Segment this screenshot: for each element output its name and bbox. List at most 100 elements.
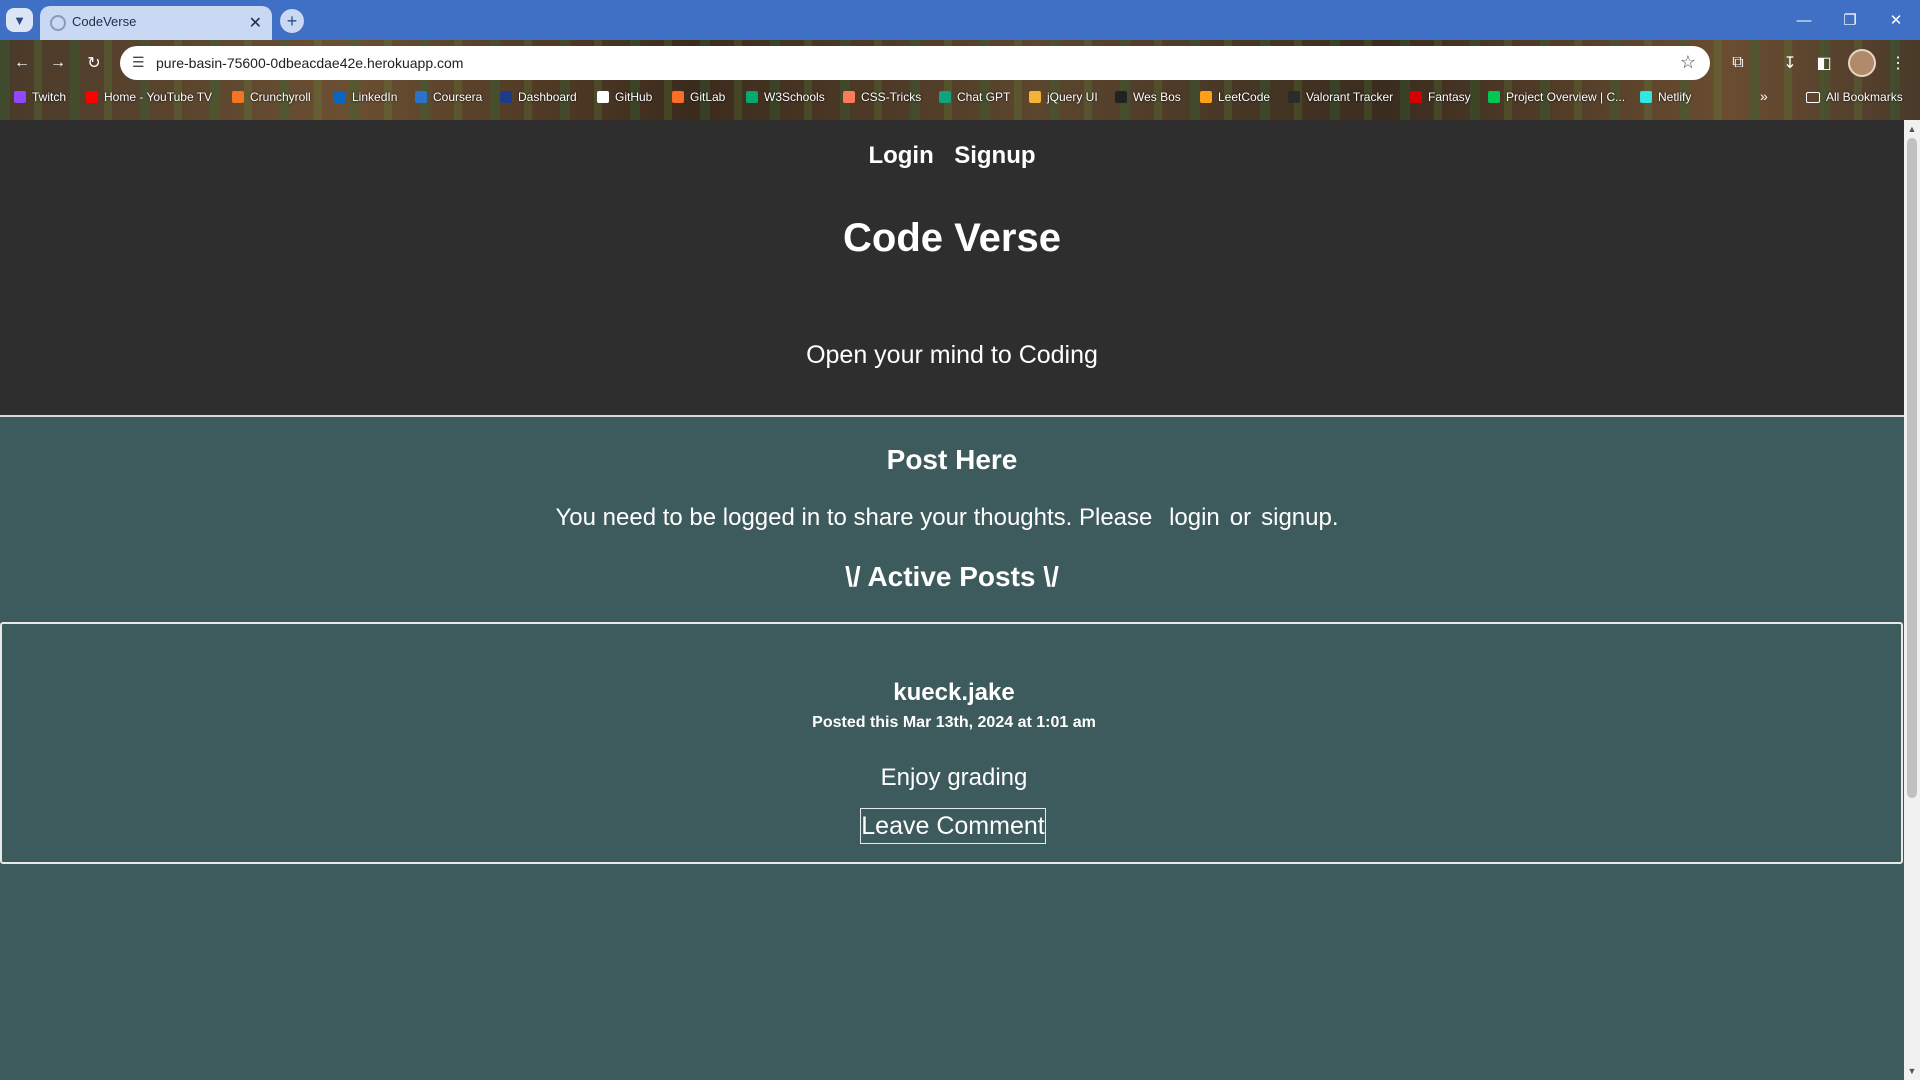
browser-tab-strip: ▼ CodeVerse ✕ + — ❐ ✕ [0,0,1920,40]
signup-link[interactable]: Signup [954,142,1035,169]
netlify-icon [1640,91,1652,103]
site-title: Code Verse [843,216,1061,260]
plus-icon: + [286,10,298,31]
bookmark-coursera[interactable]: Coursera [415,90,482,104]
bookmark-github[interactable]: GitHub [597,90,652,104]
bookmark-valorant-tracker[interactable]: Valorant Tracker [1288,90,1393,104]
bookmark-netlify[interactable]: Netlify [1640,90,1691,104]
new-tab-button[interactable]: + [280,9,304,33]
close-window-button[interactable]: ✕ [1876,8,1916,32]
side-panel-icon: ◧ [1816,55,1832,72]
close-icon[interactable]: ✕ [249,13,262,33]
close-icon: ✕ [1889,12,1903,29]
profile-avatar[interactable] [1848,49,1876,77]
post-form-heading: Post Here [886,444,1018,475]
jquery-icon [1029,91,1041,103]
bookmark-label: Coursera [433,90,483,104]
fantasy-icon [1410,91,1422,103]
leetcode-icon [1200,91,1212,103]
chatgpt-icon [939,91,951,103]
message-login-link[interactable]: login [1169,504,1220,531]
address-bar[interactable]: ☰ pure-basin-75600-0dbeacdae42e.herokuap… [120,46,1710,80]
bookmark-dashboard[interactable]: Dashboard [500,90,577,104]
arrow-left-icon: ← [14,54,30,71]
bookmark-label: Crunchyroll [250,90,311,104]
post-body: Enjoy grading [880,764,1028,791]
puzzle-icon: ⧉ [1732,54,1744,71]
post-card: kueck.jake Posted this Mar 13th, 2024 at… [0,622,1903,864]
bookmarks-overflow-button[interactable]: » [1760,88,1768,104]
site-header: Login Signup Code Verse Open your mind t… [0,120,1904,417]
all-bookmarks-button[interactable]: All Bookmarks [1806,90,1903,104]
tab-title: CodeVerse [72,14,137,29]
back-button[interactable]: ← [10,51,34,75]
bookmark-home-youtube-tv[interactable]: Home - YouTube TV [86,90,212,104]
forward-button[interactable]: → [46,51,70,75]
header-nav: Login Signup [0,142,1904,170]
bookmark-label: jQuery UI [1047,90,1098,104]
scrollbar-thumb[interactable] [1907,138,1917,798]
bookmark-linkedin[interactable]: LinkedIn [334,90,397,104]
tracker-icon [1288,91,1300,103]
restore-button[interactable]: ❐ [1830,8,1870,32]
bookmark-label: W3Schools [764,90,825,104]
globe-icon [50,15,66,31]
bookmark-label: Home - YouTube TV [104,90,213,104]
page-content: Login Signup Code Verse Open your mind t… [0,120,1904,1080]
bookmark-project-overview-c[interactable]: Project Overview | C... [1488,90,1625,104]
linkedin-icon [334,91,346,103]
active-posts-heading: \/ Active Posts \/ [845,561,1059,592]
extensions-button[interactable]: ⧉ [1726,51,1750,75]
bookmark-label: GitLab [690,90,726,104]
bookmark-label: Wes Bos [1133,90,1181,104]
url-text[interactable]: pure-basin-75600-0dbeacdae42e.herokuapp.… [156,55,463,71]
bookmark-css-tricks[interactable]: CSS-Tricks [843,90,921,104]
bookmark-twitch[interactable]: Twitch [14,90,66,104]
bookmark-jquery-ui[interactable]: jQuery UI [1029,90,1098,104]
project-icon [1488,91,1500,103]
bookmark-label: LinkedIn [352,90,398,104]
bookmark-w3schools[interactable]: W3Schools [746,90,825,104]
bookmark-crunchyroll[interactable]: Crunchyroll [232,90,311,104]
browser-tab-active[interactable]: CodeVerse ✕ [40,6,272,40]
side-panel-button[interactable]: ◧ [1812,51,1836,75]
all-bookmarks-label: All Bookmarks [1826,90,1903,104]
or-text: or [1229,504,1252,531]
login-link[interactable]: Login [868,142,933,169]
post-username[interactable]: kueck.jake [2,679,1906,707]
scroll-down-icon[interactable]: ▼ [1904,1064,1920,1078]
bookmark-wes-bos[interactable]: Wes Bos [1115,90,1181,104]
reload-button[interactable]: ↻ [82,51,106,75]
folder-icon [1806,91,1820,103]
youtube-icon [86,91,98,103]
bookmark-fantasy[interactable]: Fantasy [1410,90,1471,104]
bookmark-label: Twitch [32,90,67,104]
download-icon: ↧ [1783,55,1797,72]
star-icon[interactable]: ☆ [1680,52,1696,73]
message-signup-link[interactable]: signup. [1261,504,1338,531]
w3schools-icon [746,91,758,103]
restore-icon: ❐ [1843,12,1857,29]
downloads-button[interactable]: ↧ [1778,51,1802,75]
dashboard-icon [500,91,512,103]
bookmark-chat-gpt[interactable]: Chat GPT [939,90,1010,104]
bookmark-label: GitHub [615,90,653,104]
bookmark-label: Dashboard [518,90,577,104]
minimize-button[interactable]: — [1784,8,1824,32]
menu-button[interactable]: ⋮ [1886,51,1910,75]
page-scrollbar[interactable]: ▲ ▼ [1904,120,1920,1080]
coursera-icon [415,91,427,103]
login-message-text: You need to be logged in to share your t… [555,504,1153,531]
scroll-up-icon[interactable]: ▲ [1904,122,1920,136]
site-info-icon[interactable]: ☰ [132,54,145,71]
bookmarks-bar: Twitch Home - YouTube TV Crunchyroll Linked… [0,86,1920,112]
tab-search-button[interactable]: ▼ [6,8,33,32]
github-icon [597,91,609,103]
post-date: Posted this Mar 13th, 2024 at 1:01 am [812,714,1096,731]
leave-comment-button[interactable]: Leave Comment [860,808,1046,844]
site-tagline: Open your mind to Coding [806,341,1098,369]
crunchyroll-icon [232,91,244,103]
bookmark-label: Project Overview | C... [1506,90,1626,104]
bookmark-leetcode[interactable]: LeetCode [1200,90,1270,104]
bookmark-gitlab[interactable]: GitLab [672,90,725,104]
